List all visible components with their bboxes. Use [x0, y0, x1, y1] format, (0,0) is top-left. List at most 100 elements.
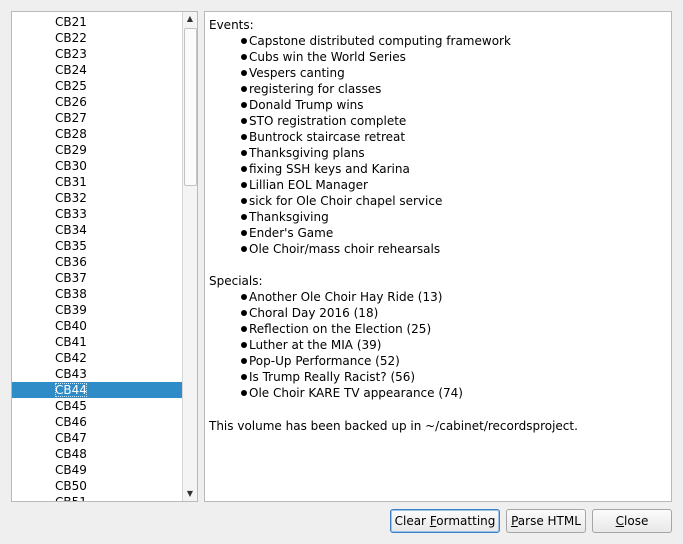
- list-item-label: CB29: [55, 143, 87, 157]
- button-label: Clear: [394, 514, 430, 528]
- list-item-cb33[interactable]: CB33: [12, 206, 183, 222]
- events-item: Buntrock staircase retreat: [209, 129, 671, 145]
- list-item-label: CB27: [55, 111, 87, 125]
- specials-list: Another Ole Choir Hay Ride (13) Choral Da…: [209, 289, 671, 401]
- list-item-cb51[interactable]: CB51: [12, 494, 183, 502]
- clear-formatting-button[interactable]: Clear Formatting: [390, 509, 500, 533]
- specials-item: Is Trump Really Racist? (56): [209, 369, 671, 385]
- list-item-label: CB42: [55, 351, 87, 365]
- list-item-cb50[interactable]: CB50: [12, 478, 183, 494]
- list-item-cb46[interactable]: CB46: [12, 414, 183, 430]
- scroll-thumb[interactable]: [184, 28, 197, 186]
- events-item: Thanksgiving plans: [209, 145, 671, 161]
- list-item-cb48[interactable]: CB48: [12, 446, 183, 462]
- list-item-cb37[interactable]: CB37: [12, 270, 183, 286]
- list-item-label: CB30: [55, 159, 87, 173]
- list-item-cb36[interactable]: CB36: [12, 254, 183, 270]
- list-item-cb31[interactable]: CB31: [12, 174, 183, 190]
- button-mnemonic: P: [511, 514, 518, 528]
- close-button[interactable]: Close: [592, 509, 672, 533]
- list-item-cb28[interactable]: CB28: [12, 126, 183, 142]
- scroll-up-icon[interactable]: ▲: [183, 12, 197, 26]
- list-item-label: CB49: [55, 463, 87, 477]
- events-item: STO registration complete: [209, 113, 671, 129]
- specials-item: Reflection on the Election (25): [209, 321, 671, 337]
- list-item-label: CB28: [55, 127, 87, 141]
- events-item: fixing SSH keys and Karina: [209, 161, 671, 177]
- list-item-label: CB47: [55, 431, 87, 445]
- specials-item: Ole Choir KARE TV appearance (74): [209, 385, 671, 401]
- events-item: sick for Ole Choir chapel service: [209, 193, 671, 209]
- button-label: arse HTML: [517, 514, 581, 528]
- list-item-label: CB38: [55, 287, 87, 301]
- list-item-label: CB46: [55, 415, 87, 429]
- list-item-label: CB25: [55, 79, 87, 93]
- volume-list[interactable]: CB21 CB22 CB23 CB24 CB25 CB26 CB27 CB28 CB29 CB30…: [11, 11, 198, 502]
- list-item-cb43[interactable]: CB43: [12, 366, 183, 382]
- list-item-cb27[interactable]: CB27: [12, 110, 183, 126]
- list-item-cb38[interactable]: CB38: [12, 286, 183, 302]
- list-item-cb30[interactable]: CB30: [12, 158, 183, 174]
- button-label: lose: [624, 514, 649, 528]
- list-item-label: CB48: [55, 447, 87, 461]
- list-item-cb32[interactable]: CB32: [12, 190, 183, 206]
- list-item-cb24[interactable]: CB24: [12, 62, 183, 78]
- events-heading: Events:: [209, 18, 254, 32]
- list-item-cb39[interactable]: CB39: [12, 302, 183, 318]
- specials-heading: Specials:: [209, 274, 263, 288]
- document-view[interactable]: Events: Capstone distributed computing f…: [204, 11, 672, 502]
- list-item-cb49[interactable]: CB49: [12, 462, 183, 478]
- list-item-label: CB21: [55, 15, 87, 29]
- specials-item: Pop-Up Performance (52): [209, 353, 671, 369]
- list-item-label: CB44: [55, 383, 87, 397]
- list-item-label: CB43: [55, 367, 87, 381]
- events-item: Lillian EOL Manager: [209, 177, 671, 193]
- events-item: Ender's Game: [209, 225, 671, 241]
- events-item: Cubs win the World Series: [209, 49, 671, 65]
- events-item: Vespers canting: [209, 65, 671, 81]
- list-item-label: CB33: [55, 207, 87, 221]
- list-item-cb47[interactable]: CB47: [12, 430, 183, 446]
- specials-item: Luther at the MIA (39): [209, 337, 671, 353]
- volume-list-items: CB21 CB22 CB23 CB24 CB25 CB26 CB27 CB28 CB29 CB30…: [12, 14, 183, 502]
- list-item-cb45[interactable]: CB45: [12, 398, 183, 414]
- list-item-cb44[interactable]: CB44: [12, 382, 183, 398]
- list-item-label: CB45: [55, 399, 87, 413]
- events-item: Ole Choir/mass choir rehearsals: [209, 241, 671, 257]
- button-label: ormatting: [436, 514, 496, 528]
- list-item-label: CB22: [55, 31, 87, 45]
- list-item-label: CB32: [55, 191, 87, 205]
- list-scrollbar[interactable]: ▲ ▼: [182, 12, 197, 501]
- events-item: registering for classes: [209, 81, 671, 97]
- list-item-cb41[interactable]: CB41: [12, 334, 183, 350]
- list-item-cb23[interactable]: CB23: [12, 46, 183, 62]
- list-item-label: CB35: [55, 239, 87, 253]
- list-item-cb29[interactable]: CB29: [12, 142, 183, 158]
- events-item: Donald Trump wins: [209, 97, 671, 113]
- list-item-label: CB26: [55, 95, 87, 109]
- backup-note: This volume has been backed up in ~/cabi…: [209, 419, 578, 433]
- list-item-label: CB51: [55, 495, 87, 502]
- list-item-cb34[interactable]: CB34: [12, 222, 183, 238]
- list-item-label: CB23: [55, 47, 87, 61]
- list-item-cb22[interactable]: CB22: [12, 30, 183, 46]
- list-item-cb25[interactable]: CB25: [12, 78, 183, 94]
- list-item-label: CB50: [55, 479, 87, 493]
- list-item-cb21[interactable]: CB21: [12, 14, 183, 30]
- button-mnemonic: C: [615, 514, 625, 528]
- list-item-cb35[interactable]: CB35: [12, 238, 183, 254]
- scroll-down-icon[interactable]: ▼: [183, 487, 197, 501]
- list-item-label: CB31: [55, 175, 87, 189]
- list-item-cb26[interactable]: CB26: [12, 94, 183, 110]
- specials-item: Another Ole Choir Hay Ride (13): [209, 289, 671, 305]
- events-item: Thanksgiving: [209, 209, 671, 225]
- events-list: Capstone distributed computing framework…: [209, 33, 671, 257]
- list-item-cb40[interactable]: CB40: [12, 318, 183, 334]
- parse-html-button[interactable]: Parse HTML: [506, 509, 586, 533]
- specials-item: Choral Day 2016 (18): [209, 305, 671, 321]
- events-item: Capstone distributed computing framework: [209, 33, 671, 49]
- list-item-label: CB36: [55, 255, 87, 269]
- list-item-cb42[interactable]: CB42: [12, 350, 183, 366]
